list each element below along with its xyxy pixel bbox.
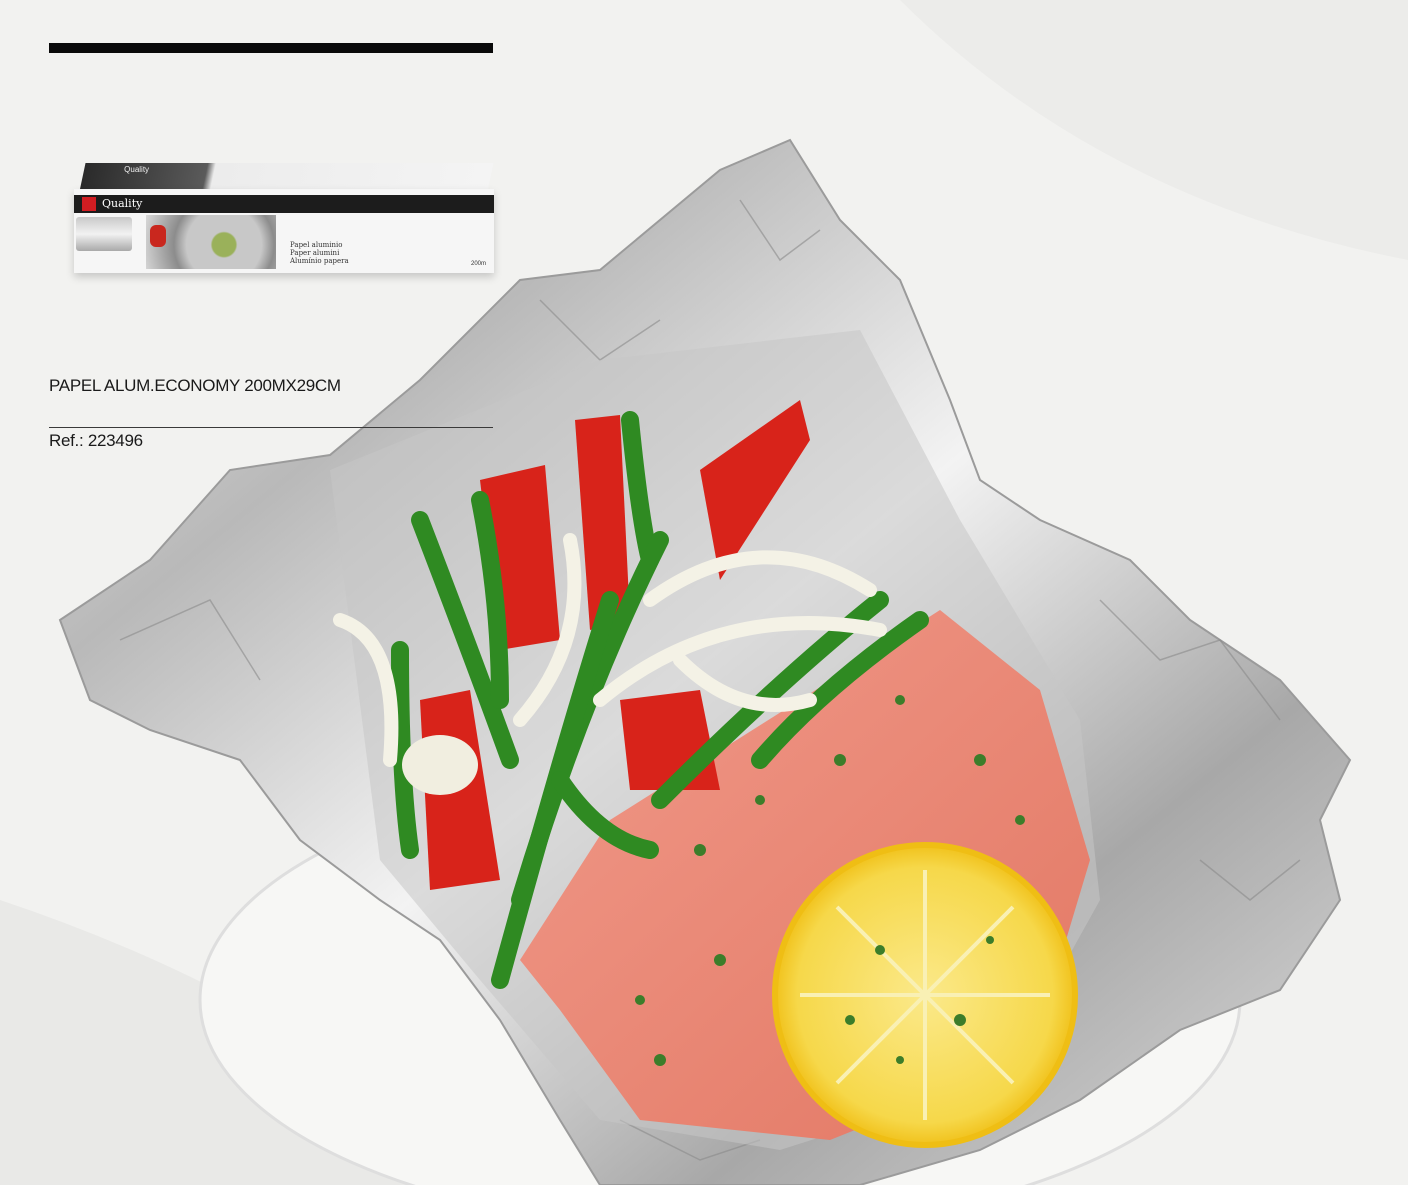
package-line: Papel aluminio bbox=[290, 241, 343, 249]
package-line: Paper alumini bbox=[290, 249, 340, 257]
divider bbox=[49, 427, 493, 428]
package-brand-band: Quality bbox=[74, 195, 494, 213]
package-front: Quality Papel aluminio Paper alumini Alu… bbox=[74, 189, 494, 273]
package-photo bbox=[146, 215, 276, 269]
product-reference: Ref.: 223496 bbox=[49, 431, 143, 450]
product-package-image: Quality Quality Papel aluminio Paper alu… bbox=[74, 163, 494, 273]
top-rule bbox=[49, 43, 493, 53]
product-name: PAPEL ALUM.ECONOMY 200MX29CM bbox=[49, 376, 341, 395]
package-size: 200m bbox=[470, 261, 486, 267]
package-top: Quality bbox=[80, 163, 494, 189]
pepper-icon bbox=[150, 225, 166, 247]
package-brand-name: Quality bbox=[102, 197, 143, 210]
brand-logo-icon bbox=[82, 197, 96, 211]
package-top-brand: Quality bbox=[124, 165, 150, 174]
foil-roll-icon bbox=[76, 217, 132, 251]
package-description: Papel aluminio Paper alumini Alumínio pa… bbox=[290, 241, 349, 265]
catalog-page: Quality Quality Papel aluminio Paper alu… bbox=[0, 0, 1408, 1185]
package-line: Alumínio papera bbox=[290, 257, 349, 265]
lemon-slice bbox=[772, 842, 1078, 1148]
